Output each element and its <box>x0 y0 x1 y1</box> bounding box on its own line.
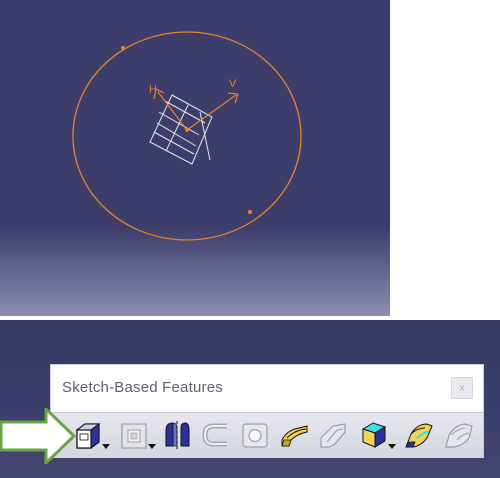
sketch-origin-point <box>185 128 189 132</box>
rib-icon <box>281 425 308 447</box>
shaft-icon <box>165 421 190 449</box>
hole-button[interactable] <box>239 420 271 450</box>
shaft-button[interactable] <box>161 420 193 450</box>
rib-button[interactable] <box>279 420 311 450</box>
toolbar-title: Sketch-Based Features <box>62 379 223 396</box>
toolbar-icon-strip <box>51 412 483 458</box>
sketch-circle-point <box>121 46 125 50</box>
groove-button[interactable] <box>201 420 233 450</box>
hole-icon <box>242 423 268 448</box>
slot-button[interactable] <box>317 420 349 450</box>
sketch-h-axis-label: H <box>149 84 157 96</box>
pocket-dropdown-arrow[interactable] <box>148 444 156 449</box>
removed-multi-section-solid-button[interactable] <box>443 420 475 450</box>
sketch-based-features-toolbar: Sketch-Based Features x <box>50 364 484 458</box>
multi-section-solid-icon <box>405 423 433 448</box>
sketch-v-axis <box>186 92 239 131</box>
slot-icon <box>320 423 346 448</box>
removed-multi-section-solid-icon <box>445 423 473 448</box>
pocket-icon <box>121 423 147 449</box>
solid-combine-dropdown-arrow[interactable] <box>388 444 396 449</box>
close-button[interactable]: x <box>451 377 473 399</box>
sketch-v-axis-label: V <box>229 78 237 90</box>
sketch-circle-point <box>248 210 252 214</box>
multi-section-solid-button[interactable] <box>403 420 435 450</box>
sketch-circle[interactable] <box>72 31 302 241</box>
sketch-plane-grid <box>149 94 213 165</box>
pad-dropdown-arrow[interactable] <box>102 444 110 449</box>
callout-arrow <box>0 405 80 469</box>
sketch-viewport[interactable]: H V <box>0 0 390 316</box>
solid-combine-button[interactable] <box>359 420 396 450</box>
solid-combine-icon <box>361 422 387 448</box>
groove-icon <box>202 423 227 447</box>
pocket-button[interactable] <box>119 420 156 450</box>
